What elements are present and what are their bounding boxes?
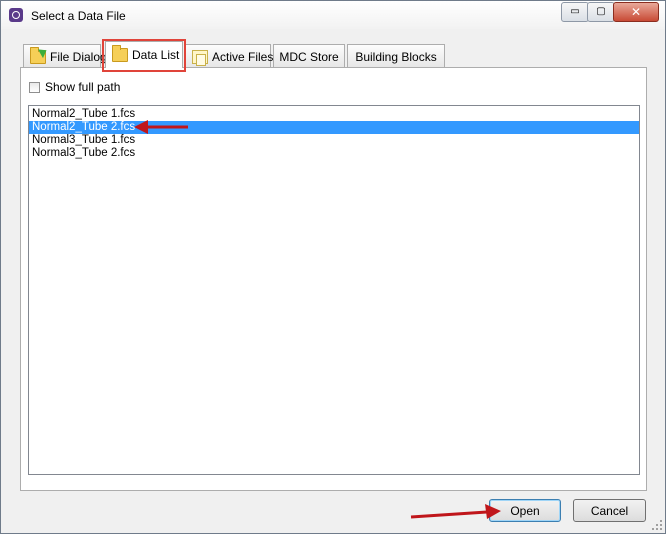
- tab-label: Data List: [132, 48, 180, 62]
- tab-label: Active Files: [212, 49, 274, 64]
- resize-grip-icon[interactable]: [652, 520, 662, 530]
- dialog-window: Select a Data File ▭ ▢ ✕ File Dialog Dat…: [0, 0, 666, 534]
- close-button[interactable]: ✕: [613, 2, 659, 22]
- files-icon: [192, 49, 208, 66]
- tab-mdc-store[interactable]: MDC Store: [273, 44, 345, 68]
- maximize-button[interactable]: ▢: [587, 2, 615, 22]
- show-full-path-label: Show full path: [45, 80, 121, 94]
- close-icon: ✕: [630, 5, 642, 19]
- cancel-button[interactable]: Cancel: [573, 499, 646, 522]
- folder-arrow-icon: [30, 46, 46, 64]
- show-full-path-checkbox[interactable]: [29, 81, 40, 93]
- minimize-icon: ▭: [570, 6, 580, 17]
- folder-icon: [112, 45, 128, 62]
- tab-label: File Dialog: [50, 49, 107, 64]
- app-logo-icon: [9, 8, 23, 22]
- title-bar[interactable]: Select a Data File ▭ ▢ ✕: [1, 1, 665, 29]
- maximize-icon: ▢: [596, 6, 606, 17]
- tab-active-files[interactable]: Active Files: [185, 44, 274, 68]
- tab-data-list[interactable]: Data List: [105, 41, 183, 68]
- window-title: Select a Data File: [31, 9, 126, 23]
- annotation-arrow-open: [410, 504, 501, 519]
- tab-panel: Show full path Normal2_Tube 1.fcs Normal…: [20, 67, 647, 491]
- annotation-arrow-list: [134, 120, 188, 134]
- minimize-button[interactable]: ▭: [561, 2, 589, 22]
- tab-label: MDC Store: [279, 49, 339, 64]
- tab-building-blocks[interactable]: Building Blocks: [347, 44, 445, 68]
- list-item[interactable]: Normal2_Tube 1.fcs: [29, 108, 639, 121]
- list-item-selected[interactable]: Normal2_Tube 2.fcs: [29, 121, 639, 134]
- tab-label: Building Blocks: [355, 49, 437, 64]
- list-item[interactable]: Normal3_Tube 2.fcs: [29, 147, 639, 160]
- show-full-path-row[interactable]: Show full path: [29, 80, 120, 94]
- list-item[interactable]: Normal3_Tube 1.fcs: [29, 134, 639, 147]
- file-listbox[interactable]: Normal2_Tube 1.fcs Normal2_Tube 2.fcs No…: [28, 105, 640, 475]
- tab-file-dialog[interactable]: File Dialog: [23, 44, 107, 68]
